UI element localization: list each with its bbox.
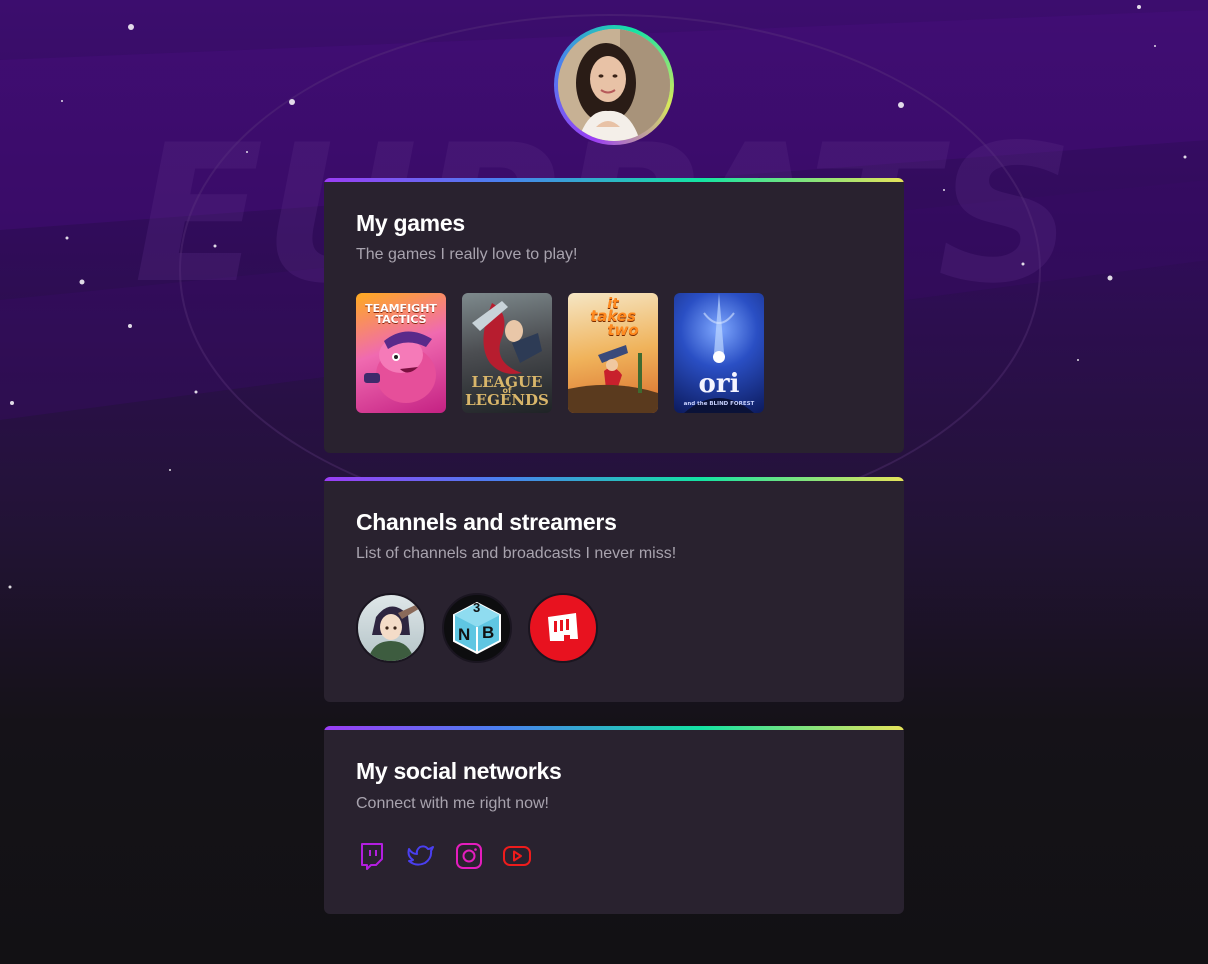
twitter-icon [407,845,434,866]
pengu-character-icon [364,331,436,403]
nb-logo-left: N [458,625,471,644]
game-title-line: LEGENDS [465,391,549,409]
game-ori-blind-forest[interactable]: ori and the BLIND FOREST [674,293,764,413]
game-league-of-legends[interactable]: LEAGUE of LEGENDS [462,293,552,413]
channel-anime-streamer[interactable] [356,593,426,663]
channels-card: Channels and streamers List of channels … [324,477,904,702]
twitch-link[interactable] [357,841,387,871]
profile-page: EUPPATS [0,0,1208,964]
games-card: My games The games I really love to play… [324,178,904,453]
youtube-link[interactable] [502,841,532,871]
social-title: My social networks [356,758,562,784]
profile-avatar[interactable] [554,25,674,145]
game-teamfight-tactics[interactable]: TEAMFIGHT TACTICS [356,293,446,413]
instagram-link[interactable] [454,841,484,871]
social-card: My social networks Connect with me right… [324,726,904,914]
games-subtitle: The games I really love to play! [356,246,578,263]
twitter-link[interactable] [406,841,436,871]
game-it-takes-two[interactable]: it takes two [568,293,658,413]
channels-title: Channels and streamers [356,509,617,535]
instagram-icon [456,843,482,869]
nb-logo-right: B [482,623,495,642]
anime-streamer-avatar-icon [368,603,422,661]
channel-nb[interactable]: 3 N B [442,593,512,663]
avatar [558,29,670,141]
user-avatar-icon [558,29,670,141]
game-title-line: ori [698,369,740,399]
game-title-line: and the BLIND FOREST [683,401,755,407]
channels-subtitle: List of channels and broadcasts I never … [356,545,677,562]
riot-games-logo-icon [548,613,578,641]
nb-logo-top: 3 [473,600,481,615]
characters-art-icon [568,345,658,413]
youtube-icon [503,846,531,866]
twitch-icon [361,843,383,870]
social-subtitle: Connect with me right now! [356,795,549,812]
channel-riot-games[interactable] [528,593,598,663]
games-title: My games [356,210,465,236]
